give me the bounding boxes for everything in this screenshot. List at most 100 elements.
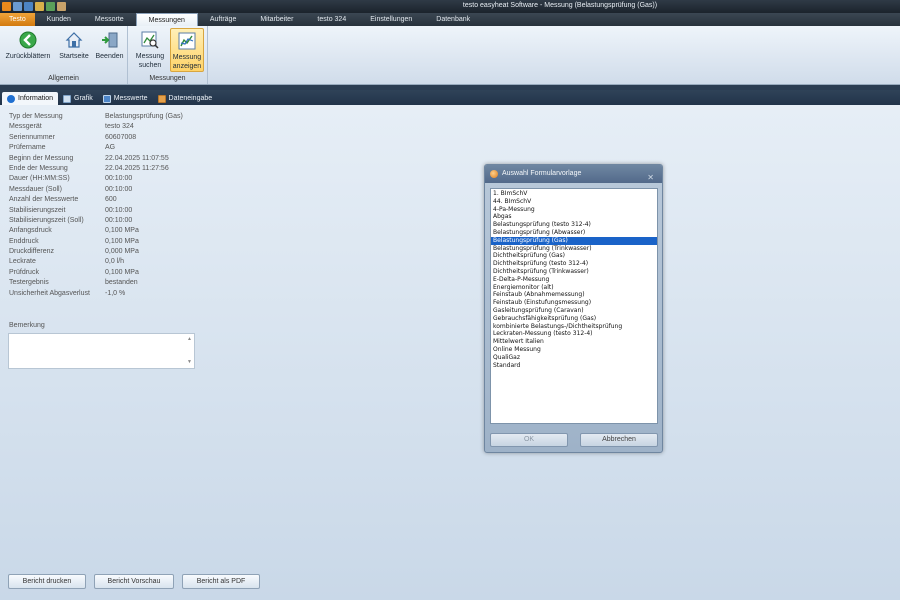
info-icon bbox=[7, 94, 15, 103]
close-icon[interactable]: ✕ bbox=[647, 169, 654, 187]
template-list-item[interactable]: 4-Pa-Messung bbox=[491, 206, 657, 214]
template-list-item[interactable]: Belastungsprüfung (Gas) bbox=[491, 236, 657, 245]
template-list-item[interactable]: Dichtheitsprüfung (Trinkwasser) bbox=[491, 268, 657, 276]
info-label: Dauer (HH:MM:SS) bbox=[9, 175, 70, 183]
template-list-item[interactable]: Energiemonitor (alt) bbox=[491, 284, 657, 292]
search-measurement-button[interactable]: Messung suchen bbox=[132, 28, 168, 72]
tab-information-label: Information bbox=[18, 95, 54, 102]
info-label: Anfangsdruck bbox=[9, 227, 52, 235]
template-list-item[interactable]: QualiGaz bbox=[491, 354, 657, 362]
ok-button[interactable]: OK bbox=[490, 433, 568, 447]
info-row: Stabilisierungszeit 00:10:00 bbox=[9, 206, 209, 216]
info-row: Messgerät testo 324 bbox=[9, 122, 209, 132]
chart-icon bbox=[63, 94, 72, 103]
show-measurement-button[interactable]: Messung anzeigen bbox=[170, 28, 204, 72]
show-measurement-label-1: Messung bbox=[172, 54, 202, 61]
remark-textarea[interactable]: ▲ ▼ bbox=[8, 333, 195, 369]
info-value: 00:10:00 bbox=[105, 185, 133, 193]
ribbon-group-messungen: Messung suchen Messung anzeigen Messunge… bbox=[128, 26, 208, 84]
info-label: Enddruck bbox=[9, 237, 39, 245]
template-list-item[interactable]: kombinierte Belastungs-/Dichtheitsprüfun… bbox=[491, 323, 657, 331]
tab-grafik-label: Grafik bbox=[74, 95, 93, 102]
template-list-item[interactable]: Leckraten-Messung (testo 312-4) bbox=[491, 330, 657, 338]
template-list-item[interactable]: 44. BImSchV bbox=[491, 198, 657, 206]
info-label: Typ der Messung bbox=[9, 113, 63, 120]
preview-report-button[interactable]: Bericht Vorschau bbox=[94, 574, 174, 589]
info-row: Beginn der Messung 22.04.2025 11:07:55 bbox=[9, 154, 209, 164]
template-list-item[interactable]: Gasleitungsprüfung (Caravan) bbox=[491, 307, 657, 315]
template-list-item[interactable]: Belastungsprüfung (Abwasser) bbox=[491, 229, 657, 237]
testo-logo-icon bbox=[490, 170, 498, 178]
template-list-item[interactable]: Belastungsprüfung (testo 312-4) bbox=[491, 221, 657, 229]
info-row: Seriennummer 60607008 bbox=[9, 133, 209, 143]
dialog-title-bar: Auswahl Formularvorlage ✕ bbox=[485, 165, 662, 183]
remark-value bbox=[9, 334, 194, 338]
scroll-up-icon[interactable]: ▲ bbox=[186, 336, 193, 343]
exit-button[interactable]: Beenden bbox=[93, 28, 126, 72]
home-icon bbox=[65, 32, 83, 48]
template-list-item[interactable]: Online Messung bbox=[491, 346, 657, 354]
menu-tab-messungen[interactable]: Messungen bbox=[135, 13, 198, 26]
template-list-item[interactable]: Standard bbox=[491, 362, 657, 370]
template-list-item[interactable]: 1. BImSchV bbox=[491, 190, 657, 198]
info-row: Enddruck 0,100 MPa bbox=[9, 237, 209, 247]
menu-tab-auftraege[interactable]: Aufträge bbox=[198, 13, 248, 26]
menu-tab-testo-324[interactable]: testo 324 bbox=[305, 13, 358, 26]
template-list-item[interactable]: Feinstaub (Abnahmemessung) bbox=[491, 291, 657, 299]
search-chart-icon bbox=[141, 31, 159, 49]
info-value: 00:10:00 bbox=[105, 206, 133, 214]
scroll-down-icon[interactable]: ▼ bbox=[186, 359, 193, 366]
template-list-item[interactable]: Dichtheitsprüfung (Gas) bbox=[491, 252, 657, 260]
menu-tab-mitarbeiter[interactable]: Mitarbeiter bbox=[248, 13, 305, 26]
info-row: Prüfdruck 0,100 MPa bbox=[9, 268, 209, 278]
menu-tab-testo[interactable]: Testo bbox=[0, 13, 35, 26]
info-value: 0,0 l/h bbox=[105, 258, 125, 266]
template-selection-dialog: Auswahl Formularvorlage ✕ 1. BImSchV 44. … bbox=[484, 164, 663, 453]
info-row: Messdauer (Soll) 00:10:00 bbox=[9, 185, 209, 195]
template-list-item[interactable]: Mittelwert Italien bbox=[491, 338, 657, 346]
back-button[interactable]: Zurückblättern bbox=[2, 28, 54, 72]
window-title: testo easyheat Software - Messung (Belas… bbox=[462, 2, 658, 9]
info-label: Testergebnis bbox=[9, 279, 49, 287]
info-table: Typ der Messung Belastungsprüfung (Gas) Me… bbox=[9, 112, 209, 299]
info-label: Stabilisierungszeit bbox=[9, 206, 66, 214]
template-list-item[interactable]: Feinstaub (Einstufungsmessung) bbox=[491, 299, 657, 307]
info-value: 00:10:00 bbox=[105, 175, 133, 183]
tab-dateneingabe[interactable]: Dateneingabe bbox=[153, 92, 218, 105]
template-list-item[interactable]: Abgas bbox=[491, 213, 657, 221]
info-row: Druckdifferenz 0,000 MPa bbox=[9, 247, 209, 257]
menu-tab-einstellungen[interactable]: Einstellungen bbox=[358, 13, 424, 26]
search-measurement-label-2: suchen bbox=[138, 62, 162, 69]
info-row: Anzahl der Messwerte 600 bbox=[9, 195, 209, 205]
info-value: 60607008 bbox=[105, 133, 137, 141]
dialog-title: Auswahl Formularvorlage bbox=[502, 170, 582, 177]
pdf-report-button[interactable]: Bericht als PDF bbox=[182, 574, 260, 589]
info-label: Seriennummer bbox=[9, 133, 55, 141]
info-label: Leckrate bbox=[9, 258, 36, 266]
info-label: Anzahl der Messwerte bbox=[9, 196, 79, 204]
tab-grafik[interactable]: Grafik bbox=[58, 92, 98, 105]
info-value: -1,0 % bbox=[105, 289, 126, 297]
exit-door-icon bbox=[101, 32, 117, 48]
menu-tab-messorte[interactable]: Messorte bbox=[83, 13, 136, 26]
template-list-item[interactable]: Gebrauchsfähigkeitsprüfung (Gas) bbox=[491, 315, 657, 323]
tab-information[interactable]: Information bbox=[2, 92, 59, 105]
remark-scrollbar[interactable]: ▲ ▼ bbox=[186, 336, 193, 366]
info-value: 22.04.2025 11:07:55 bbox=[105, 154, 169, 162]
info-value: 0,100 MPa bbox=[105, 227, 139, 235]
back-arrow-icon bbox=[19, 31, 37, 49]
menu-tab-kunden[interactable]: Kunden bbox=[35, 13, 83, 26]
template-list[interactable]: 1. BImSchV 44. BImSchV 4-Pa-Messung Abgas Be… bbox=[490, 188, 658, 424]
menu-bar: Testo Kunden Messorte Messungen Aufträge… bbox=[0, 13, 900, 26]
ribbon-group-label-allgemein: Allgemein bbox=[48, 75, 79, 82]
home-button[interactable]: Startseite bbox=[56, 28, 92, 72]
template-list-item[interactable]: Dichtheitsprüfung (testo 312-4) bbox=[491, 260, 657, 268]
menu-tab-datenbank[interactable]: Datenbank bbox=[424, 13, 482, 26]
info-label: Beginn der Messung bbox=[9, 154, 74, 162]
template-list-item[interactable]: E-Delta-P-Messung bbox=[491, 276, 657, 284]
cancel-button[interactable]: Abbrechen bbox=[580, 433, 658, 447]
template-list-item[interactable]: Belastungsprüfung (Trinkwasser) bbox=[491, 245, 657, 253]
print-report-button[interactable]: Bericht drucken bbox=[8, 574, 86, 589]
back-label: Zurückblättern bbox=[5, 53, 51, 60]
tab-messwerte[interactable]: Messwerte bbox=[98, 92, 153, 105]
